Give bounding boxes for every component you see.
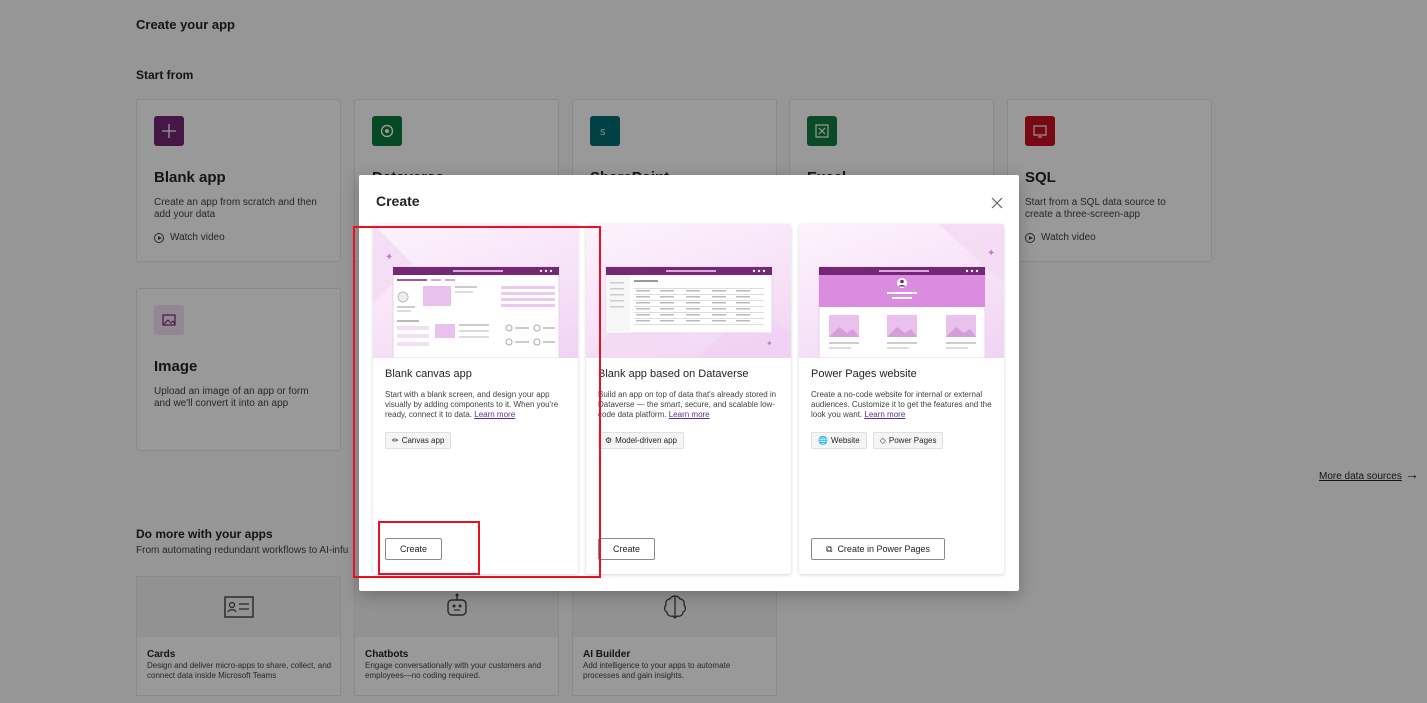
option-desc: Build an app on top of data that's alrea… (598, 390, 777, 419)
tag-website: 🌐 Website (811, 432, 867, 449)
dataverse-app-illustration: ✦ (586, 224, 791, 358)
tag-model-driven-app: ⚙ Model-driven app (598, 432, 684, 449)
learn-more-link[interactable]: Learn more (864, 410, 905, 419)
tag-power-pages: ◇ Power Pages (872, 432, 944, 449)
globe-icon: 🌐 (818, 436, 828, 445)
power-pages-illustration: ✦ (799, 224, 1004, 358)
learn-more-link[interactable]: Learn more (669, 410, 710, 419)
gear-icon: ⚙ (605, 436, 613, 445)
close-icon[interactable] (989, 195, 1005, 211)
option-tags: 🌐 Website ◇ Power Pages (811, 432, 944, 449)
svg-text:✦: ✦ (766, 339, 773, 348)
create-in-power-pages-button[interactable]: ⧉ Create in Power Pages (811, 538, 945, 560)
option-name: Blank app based on Dataverse (598, 368, 749, 380)
option-desc: Create a no-code website for internal or… (811, 390, 992, 419)
diamond-icon: ◇ (879, 436, 886, 445)
option-tags: ⚙ Model-driven app (598, 432, 684, 449)
option-card-dataverse[interactable]: ✦ Blank app based on Dataverse Build an … (586, 224, 791, 574)
highlight-box-create-button (378, 521, 480, 575)
option-name: Power Pages website (811, 368, 917, 380)
dialog-title: Create (376, 193, 420, 209)
create-dataverse-app-button[interactable]: Create (598, 538, 656, 560)
external-link-icon: ⧉ (826, 543, 833, 554)
svg-text:✦: ✦ (987, 248, 995, 259)
option-card-power-pages[interactable]: ✦ Power Pages website Create a no-code w… (799, 224, 1004, 574)
